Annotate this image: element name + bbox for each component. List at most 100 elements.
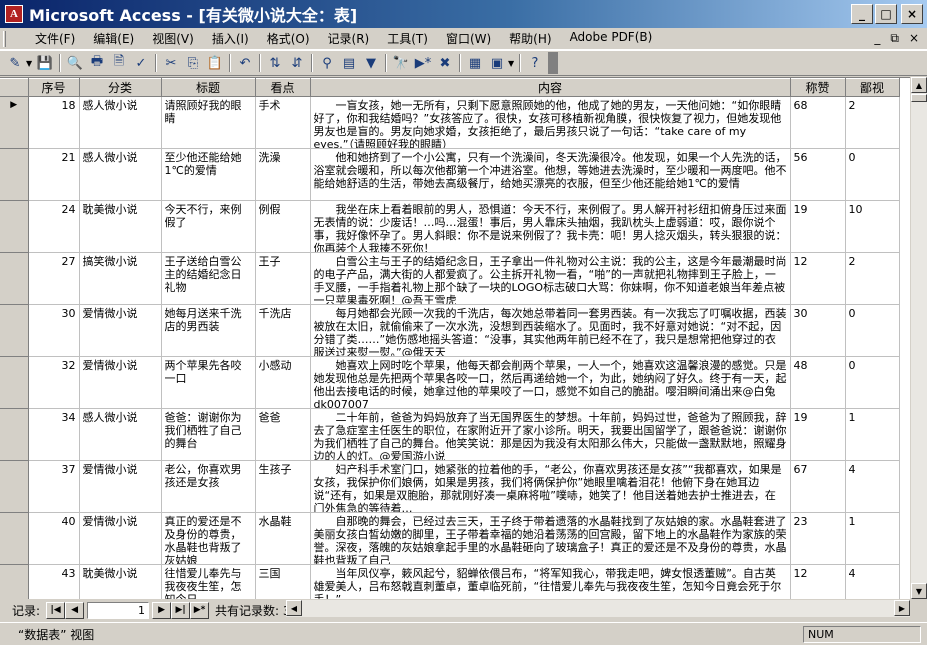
doc-close-button[interactable]: × [909,31,919,46]
menu-grip[interactable] [3,30,6,47]
cell-point[interactable]: 例假 [255,200,311,253]
scroll-left-button[interactable]: ◀ [286,600,302,616]
next-record-button[interactable]: ▶ [152,601,172,619]
cell-category[interactable]: 爱情微小说 [79,460,162,513]
doc-restore-button[interactable]: ⧉ [890,31,899,46]
table-row[interactable]: 21 感人微小说 至少他还能给她1℃的爱情 洗澡 他和她挤到了一个小公寓，只有一个洗澡间… [0,148,900,201]
cell-id[interactable]: 27 [28,252,80,305]
save-icon[interactable]: 💾 [34,52,56,74]
cell-id[interactable]: 37 [28,460,80,513]
cell-title[interactable]: 至少他还能给她1℃的爱情 [161,148,256,201]
table-row[interactable]: 40 爱情微小说 真正的爱还是不及身份的尊贵，水晶鞋也背叛了灰姑娘 水晶鞋 自那晚的舞会… [0,512,900,565]
cell-praise[interactable]: 23 [790,512,846,565]
cell-content[interactable]: 每月她都会光顾一次我的千洗店，每次她总带着同一套男西装。有一次我忘了叮嘱收据，西… [310,304,791,357]
cell-title[interactable]: 今天不行，来例假了 [161,200,256,253]
record-selector[interactable] [0,564,29,599]
menu-item[interactable]: 编辑(E) [84,30,143,47]
cell-id[interactable]: 43 [28,564,80,599]
cell-point[interactable]: 生孩子 [255,460,311,513]
copy-icon[interactable]: ⎘ [182,52,204,74]
delete-record-icon[interactable]: ✖ [434,52,456,74]
cell-title[interactable]: 两个苹果先各咬一口 [161,356,256,409]
paste-icon[interactable]: 📋 [204,52,226,74]
table-row[interactable]: 27 搞笑微小说 王子送给白雪公主的结婚纪念日礼物 王子 白雪公主与王子的结婚纪念日，王… [0,252,900,305]
cell-category[interactable]: 感人微小说 [79,408,162,461]
cell-title[interactable]: 王子送给白雪公主的结婚纪念日礼物 [161,252,256,305]
column-header[interactable]: 称赞 [790,78,846,97]
vertical-scrollbar[interactable]: ▲ ▼ [910,77,927,599]
cell-despise[interactable]: 0 [845,148,900,201]
sort-descending-icon[interactable]: ⇵ [286,52,308,74]
cell-category[interactable]: 搞笑微小说 [79,252,162,305]
cell-category[interactable]: 感人微小说 [79,96,162,149]
new-object-icon[interactable]: ▣ [486,52,508,74]
cell-despise[interactable]: 1 [845,408,900,461]
scroll-up-button[interactable]: ▲ [911,77,927,93]
cell-id[interactable]: 24 [28,200,80,253]
cell-despise[interactable]: 4 [845,564,900,599]
cell-despise[interactable]: 2 [845,252,900,305]
print-preview-icon[interactable]: 🗎 [108,52,130,74]
previous-record-button[interactable]: ◀ [65,601,85,619]
cell-category[interactable]: 耽美微小说 [79,564,162,599]
cell-id[interactable]: 21 [28,148,80,201]
view-icon[interactable]: ✎ [4,52,26,74]
scroll-down-button[interactable]: ▼ [911,583,927,599]
column-header[interactable]: 内容 [310,78,791,97]
cell-content[interactable]: 妇产科手术室门口，她紧张的拉着他的手，“老公，你喜欢男孩还是女孩”“我都喜欢，如… [310,460,791,513]
cut-icon[interactable]: ✂ [160,52,182,74]
cell-id[interactable]: 40 [28,512,80,565]
record-selector[interactable]: ▶ [0,96,29,149]
menu-item[interactable]: 帮助(H) [500,30,560,47]
cell-point[interactable]: 手术 [255,96,311,149]
record-selector[interactable] [0,512,29,565]
cell-content[interactable]: 白雪公主与王子的结婚纪念日，王子拿出一件礼物对公主说：我的公主，这是今年最潮最时… [310,252,791,305]
cell-content[interactable]: 她喜欢上网时吃个苹果，他每天都会削两个苹果，一人一个，她喜欢这温馨浪漫的感觉。只… [310,356,791,409]
scroll-right-button[interactable]: ▶ [894,600,910,616]
filter-by-selection-icon[interactable]: ⚲ [316,52,338,74]
table-row[interactable]: 24 耽美微小说 今天不行，来例假了 例假 我坐在床上看着眼前的男人，恐惧道：今天不行，… [0,200,900,253]
column-header[interactable]: 看点 [255,78,311,97]
record-selector[interactable] [0,200,29,253]
menu-item[interactable]: 视图(V) [143,30,203,47]
cell-despise[interactable]: 2 [845,96,900,149]
cell-praise[interactable]: 19 [790,200,846,253]
new-record-button[interactable]: ▶* [190,601,210,619]
toolbar-options-button[interactable] [548,52,558,74]
column-header[interactable]: 序号 [28,78,80,97]
record-selector[interactable] [0,356,29,409]
close-button[interactable]: × [901,4,923,24]
cell-content[interactable]: 我坐在床上看着眼前的男人，恐惧道：今天不行，来例假了。男人解开衬衫纽扣俯身压过来… [310,200,791,253]
cell-id[interactable]: 18 [28,96,80,149]
table-row[interactable]: 30 爱情微小说 她每月送来千洗店的男西装 千洗店 每月她都会光顾一次我的千洗店，每次她… [0,304,900,357]
cell-despise[interactable]: 0 [845,304,900,357]
undo-icon[interactable]: ↶ [234,52,256,74]
find-icon[interactable]: 🔭 [390,52,412,74]
select-all-corner[interactable] [0,78,29,97]
dropdown-arrow-icon[interactable]: ▼ [508,59,516,68]
cell-despise[interactable]: 10 [845,200,900,253]
menu-item[interactable]: Adobe PDF(B) [561,30,662,47]
cell-praise[interactable]: 56 [790,148,846,201]
record-selector[interactable] [0,460,29,513]
table-row[interactable]: 34 感人微小说 爸爸：谢谢你为我们栖牲了自己的舞台 爸爸 二十年前，爸爸为妈妈放弃了当… [0,408,900,461]
doc-minimize-button[interactable]: _ [874,31,880,46]
column-header[interactable]: 鄙视 [845,78,900,97]
cell-praise[interactable]: 67 [790,460,846,513]
new-record-icon[interactable]: ▶* [412,52,434,74]
cell-id[interactable]: 34 [28,408,80,461]
cell-content[interactable]: 一盲女孩，她一无所有，只剩下愿意照顾她的他，他成了她的男友，一天他问她：“如你眼… [310,96,791,149]
cell-title[interactable]: 老公，你喜欢男孩还是女孩 [161,460,256,513]
last-record-button[interactable]: ▶| [171,601,191,619]
cell-point[interactable]: 三国 [255,564,311,599]
cell-despise[interactable]: 4 [845,460,900,513]
cell-category[interactable]: 耽美微小说 [79,200,162,253]
cell-title[interactable]: 她每月送来千洗店的男西装 [161,304,256,357]
cell-point[interactable]: 爸爸 [255,408,311,461]
menu-item[interactable]: 记录(R) [319,30,379,47]
record-selector[interactable] [0,408,29,461]
database-window-icon[interactable]: ▦ [464,52,486,74]
apply-filter-icon[interactable]: ▼ [360,52,382,74]
cell-praise[interactable]: 12 [790,564,846,599]
cell-point[interactable]: 千洗店 [255,304,311,357]
